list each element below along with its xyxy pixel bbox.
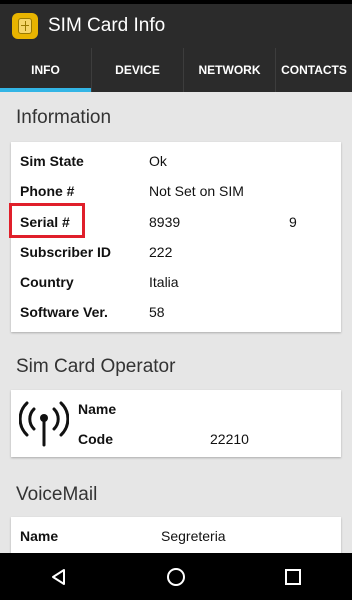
serial-highlight-box bbox=[9, 203, 85, 238]
row-value: 222 bbox=[149, 244, 173, 260]
row-value: Not Set on SIM bbox=[149, 183, 244, 199]
antenna-icon bbox=[19, 401, 69, 447]
row-label: Sim State bbox=[20, 153, 84, 169]
tab-network[interactable]: NETWORK bbox=[184, 48, 276, 92]
back-icon[interactable] bbox=[39, 557, 79, 597]
info-row-phone: Phone # Not Set on SIM bbox=[11, 176, 341, 206]
info-row-software: Software Ver. 58 bbox=[11, 297, 341, 327]
row-label: Subscriber ID bbox=[20, 244, 112, 260]
row-value: Italia bbox=[149, 274, 179, 290]
row-value: Ok bbox=[149, 153, 167, 169]
row-label: Phone # bbox=[20, 183, 75, 199]
tab-bar: INFO DEVICE NETWORK CONTACTS bbox=[0, 48, 352, 92]
row-label: Country bbox=[20, 274, 74, 290]
operator-code-row: Code bbox=[78, 424, 113, 454]
row-value: 58 bbox=[149, 304, 165, 320]
content-area[interactable]: Information Sim State Ok Phone # Not Set… bbox=[0, 92, 352, 553]
sim-card-icon bbox=[12, 13, 38, 39]
operator-code-label: Code bbox=[78, 431, 113, 447]
operator-code-value: 22210 bbox=[210, 431, 249, 447]
row-label: Software Ver. bbox=[20, 304, 108, 320]
section-title-voicemail: VoiceMail bbox=[16, 484, 98, 505]
app-bar: SIM Card Info bbox=[0, 4, 352, 48]
info-row-sim-state: Sim State Ok bbox=[11, 146, 341, 176]
tab-device[interactable]: DEVICE bbox=[92, 48, 184, 92]
tab-info[interactable]: INFO bbox=[0, 48, 92, 92]
row-value: 8939 bbox=[149, 214, 181, 230]
app-title: SIM Card Info bbox=[48, 15, 166, 36]
voicemail-name-label: Name bbox=[20, 528, 59, 544]
voicemail-name-row: Name Segreteria bbox=[11, 521, 341, 551]
operator-name-label: Name bbox=[78, 401, 117, 417]
row-value-end: 9 bbox=[289, 214, 297, 230]
navigation-bar bbox=[0, 553, 352, 600]
operator-name-row: Name bbox=[78, 394, 156, 424]
operator-card: Name Code 22210 bbox=[11, 390, 341, 457]
section-title-information: Information bbox=[16, 107, 112, 128]
info-row-subscriber: Subscriber ID 222 bbox=[11, 237, 341, 267]
info-row-country: Country Italia bbox=[11, 267, 341, 297]
home-icon[interactable] bbox=[156, 557, 196, 597]
voicemail-card: Name Segreteria bbox=[11, 517, 341, 553]
voicemail-name-value: Segreteria bbox=[161, 528, 226, 544]
section-title-operator: Sim Card Operator bbox=[16, 356, 176, 377]
recents-icon[interactable] bbox=[273, 557, 313, 597]
tab-contacts[interactable]: CONTACTS bbox=[276, 48, 352, 92]
